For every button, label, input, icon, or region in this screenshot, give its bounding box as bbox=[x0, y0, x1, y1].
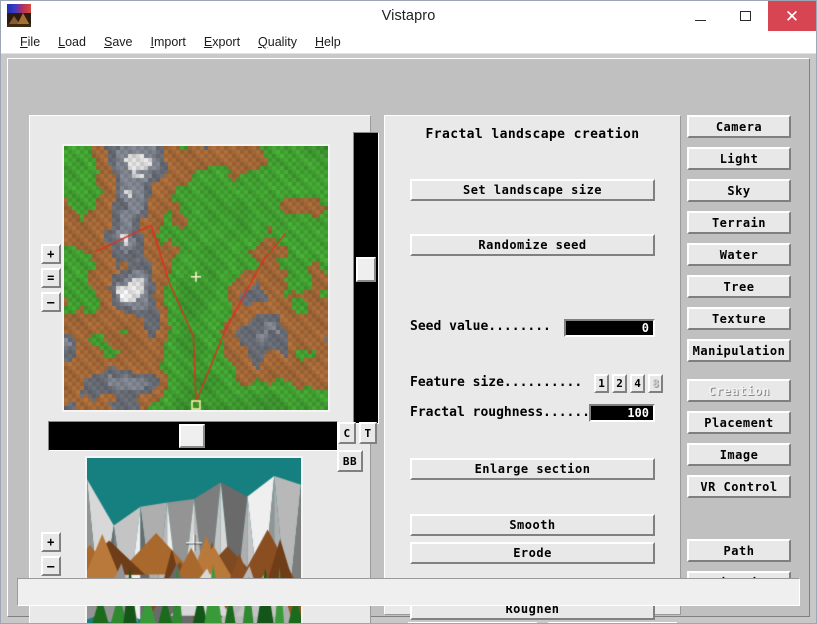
minimize-icon bbox=[695, 19, 706, 21]
fractal-roughness-label: Fractal roughness...... bbox=[410, 404, 591, 420]
maximize-button[interactable] bbox=[723, 1, 768, 31]
display-button[interactable]: Display bbox=[548, 622, 678, 623]
mountain-app-icon bbox=[7, 4, 31, 27]
sidebar-item-camera[interactable]: Camera bbox=[687, 115, 791, 138]
client-area: + = – C T BB + – Fractal landscape creat… bbox=[1, 54, 816, 623]
seed-value-field[interactable]: 0 bbox=[564, 319, 655, 337]
map-zoom-controls: + = – bbox=[41, 244, 61, 316]
preview-zoom-out[interactable]: – bbox=[41, 556, 61, 576]
feature-size-options: 1 2 4 8 bbox=[594, 374, 663, 393]
feature-size-option-2[interactable]: 2 bbox=[612, 374, 627, 393]
heightmap-canvas[interactable] bbox=[64, 146, 328, 410]
window-inner-frame: + = – C T BB + – Fractal landscape creat… bbox=[7, 58, 810, 623]
horizontal-scale-slider[interactable] bbox=[48, 421, 338, 451]
texture-button[interactable]: T bbox=[359, 422, 377, 444]
sidebar-item-manipulation[interactable]: Manipulation bbox=[687, 339, 791, 362]
module-sidebar: Camera Light Sky Terrain Water Tree Text… bbox=[687, 115, 797, 623]
seed-value-label: Seed value........ bbox=[410, 318, 551, 334]
feature-size-option-8[interactable]: 8 bbox=[648, 374, 663, 393]
render-button[interactable]: Render bbox=[408, 622, 538, 623]
menu-file[interactable]: File bbox=[11, 33, 49, 51]
preview-zoom-controls: + – bbox=[41, 532, 61, 580]
sidebar-item-terrain[interactable]: Terrain bbox=[687, 211, 791, 234]
vistapro-window: Vistapro ✕ File Load Save Import Export … bbox=[0, 0, 817, 624]
sidebar-item-placement[interactable]: Placement bbox=[687, 411, 791, 434]
menu-save[interactable]: Save bbox=[95, 33, 142, 51]
randomize-seed-button[interactable]: Randomize seed bbox=[410, 234, 655, 256]
preview-zoom-in[interactable]: + bbox=[41, 532, 61, 552]
action-bar: Render Display bbox=[408, 622, 678, 623]
close-button[interactable]: ✕ bbox=[768, 1, 816, 31]
erode-button[interactable]: Erode bbox=[410, 542, 655, 564]
vertical-slider-thumb[interactable] bbox=[356, 256, 376, 282]
menu-help[interactable]: Help bbox=[306, 33, 350, 51]
set-landscape-size-button[interactable]: Set landscape size bbox=[410, 179, 655, 201]
sidebar-item-water[interactable]: Water bbox=[687, 243, 791, 266]
sidebar-item-creation[interactable]: Creation bbox=[687, 379, 791, 402]
window-controls: ✕ bbox=[678, 1, 816, 31]
panel-title: Fractal landscape creation bbox=[425, 127, 640, 142]
menu-quality[interactable]: Quality bbox=[249, 33, 306, 51]
preview-panel: + = – C T BB + – bbox=[29, 115, 379, 623]
title-bar: Vistapro ✕ bbox=[1, 1, 816, 31]
sidebar-item-path[interactable]: Path bbox=[687, 539, 791, 562]
maximize-icon bbox=[740, 11, 751, 21]
menu-bar: File Load Save Import Export Quality Hel… bbox=[1, 31, 816, 54]
menu-load[interactable]: Load bbox=[49, 33, 95, 51]
map-mode-buttons: C T bbox=[338, 422, 377, 444]
smooth-button[interactable]: Smooth bbox=[410, 514, 655, 536]
close-icon: ✕ bbox=[784, 6, 800, 26]
vertical-scale-slider[interactable] bbox=[353, 132, 379, 424]
menu-export[interactable]: Export bbox=[195, 33, 249, 51]
map-zoom-reset[interactable]: = bbox=[41, 268, 61, 288]
creation-panel: Fractal landscape creation Set landscape… bbox=[384, 115, 681, 620]
status-bar bbox=[17, 578, 800, 606]
sidebar-item-vr-control[interactable]: VR Control bbox=[687, 475, 791, 498]
enlarge-section-button[interactable]: Enlarge section bbox=[410, 458, 655, 480]
feature-size-option-1[interactable]: 1 bbox=[594, 374, 609, 393]
feature-size-option-4[interactable]: 4 bbox=[630, 374, 645, 393]
sidebar-item-sky[interactable]: Sky bbox=[687, 179, 791, 202]
heightmap-preview[interactable] bbox=[62, 144, 330, 412]
map-zoom-in[interactable]: + bbox=[41, 244, 61, 264]
bounding-box-button[interactable]: BB bbox=[337, 450, 363, 472]
map-zoom-out[interactable]: – bbox=[41, 292, 61, 312]
sidebar-item-tree[interactable]: Tree bbox=[687, 275, 791, 298]
feature-size-label: Feature size.......... bbox=[410, 374, 583, 390]
sidebar-item-texture[interactable]: Texture bbox=[687, 307, 791, 330]
minimize-button[interactable] bbox=[678, 1, 723, 31]
menu-import[interactable]: Import bbox=[141, 33, 194, 51]
fractal-roughness-field[interactable]: 100 bbox=[589, 404, 655, 422]
sidebar-item-image[interactable]: Image bbox=[687, 443, 791, 466]
contour-button[interactable]: C bbox=[338, 422, 356, 444]
sidebar-item-light[interactable]: Light bbox=[687, 147, 791, 170]
horizontal-slider-thumb[interactable] bbox=[179, 424, 205, 448]
